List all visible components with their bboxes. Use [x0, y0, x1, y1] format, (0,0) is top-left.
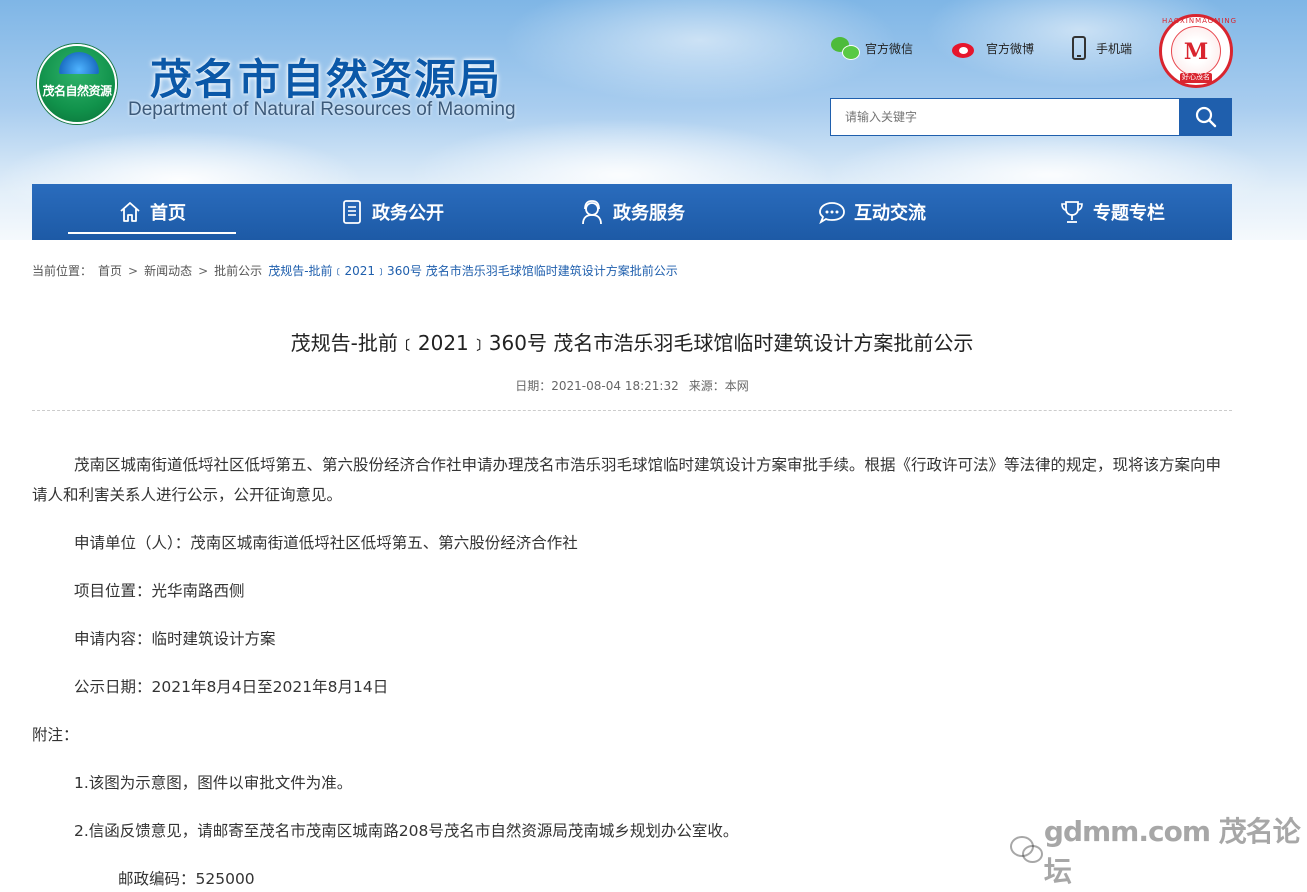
trophy-icon [1061, 201, 1083, 223]
emblem-glyph: M [1183, 39, 1209, 65]
divider [32, 410, 1232, 411]
breadcrumb-separator: > [128, 263, 139, 278]
nav-item-interaction[interactable]: 互动交流 [752, 184, 992, 240]
city-emblem: HAOXINMAOMING M 好心茂名 [1159, 14, 1238, 88]
breadcrumb: 当前位置： 首页 > 新闻动态 > 批前公示 茂规告-批前﹝2021﹞360号 … [32, 262, 678, 279]
wechat-label: 官方微信 [865, 41, 914, 56]
article-applicant: 申请单位（人）：茂南区城南街道低埒社区低埒第五、第六股份经济合作社 [74, 534, 578, 552]
weibo-link[interactable]: 官方微博 [950, 36, 1034, 60]
home-icon [120, 202, 140, 222]
globe-icon [59, 52, 99, 74]
article-title: 茂规告-批前﹝2021﹞360号 茂名市浩乐羽毛球馆临时建筑设计方案批前公示 [290, 331, 974, 355]
main-nav: 首页 政务公开 政务服务 互动交流 专题专栏 [32, 184, 1232, 240]
breadcrumb-current[interactable]: 茂规告-批前﹝2021﹞360号 茂名市浩乐羽毛球馆临时建筑设计方案批前公示 [268, 262, 678, 279]
nav-item-home[interactable]: 首页 [32, 184, 272, 240]
nav-label-home: 首页 [150, 203, 186, 224]
mobile-phone-icon [1072, 36, 1086, 60]
wechat-link[interactable]: 官方微信 [831, 36, 913, 60]
wechat-icon [831, 37, 860, 60]
site-title: 茂名市自然资源局 [150, 55, 503, 104]
nav-item-special-topics[interactable]: 专题专栏 [992, 184, 1232, 240]
weibo-icon [950, 37, 980, 59]
emblem-ring-text: HAOXINMAOMING [1162, 17, 1238, 25]
nav-label-gov-affairs: 政务公开 [372, 203, 444, 224]
search-input[interactable] [830, 98, 1180, 136]
weibo-label: 官方微博 [986, 41, 1035, 56]
article-content: 申请内容：临时建筑设计方案 [74, 630, 276, 648]
mobile-label: 手机端 [1096, 41, 1133, 56]
watermark: gdmm.com 茂名论坛 [1010, 810, 1307, 890]
article-intro: 茂南区城南街道低埒社区低埒第五、第六股份经济合作社申请办理茂名市浩乐羽毛球馆临时… [32, 456, 1222, 504]
breadcrumb-prefix: 当前位置： [32, 264, 93, 278]
article-source: 来源：本网 [688, 379, 749, 393]
article-date: 日期：2021-08-04 18:21:32 [515, 379, 679, 393]
logo-text: 茂名自然资源 [42, 84, 112, 98]
article-location: 项目位置：光华南路西侧 [74, 582, 245, 600]
site-logo[interactable]: 茂名自然资源 [37, 44, 117, 124]
article-note-heading: 附注： [32, 726, 79, 744]
nav-item-gov-services[interactable]: 政务服务 [512, 184, 752, 240]
breadcrumb-news[interactable]: 新闻动态 [144, 262, 192, 279]
article-note-1: 1.该图为示意图，图件以审批文件为准。 [74, 774, 353, 792]
breadcrumb-pre-approval[interactable]: 批前公示 [214, 262, 262, 279]
search-button[interactable] [1180, 98, 1232, 136]
nav-item-gov-affairs[interactable]: 政务公开 [272, 184, 512, 240]
chat-bubble-icon [819, 202, 845, 224]
nav-label-special-topics: 专题专栏 [1093, 203, 1165, 224]
watermark-text: gdmm.com 茂名论坛 [1043, 815, 1301, 888]
search-icon [1195, 106, 1217, 128]
article-period: 公示日期：2021年8月4日至2021年8月14日 [74, 678, 389, 696]
mobile-link[interactable]: 手机端 [1072, 36, 1132, 60]
wechat-watermark-icon [1010, 836, 1043, 864]
article-meta: 日期：2021-08-04 18:21:32 来源：本网 [0, 377, 1264, 394]
breadcrumb-separator: > [198, 263, 209, 278]
nav-label-gov-services: 政务服务 [613, 203, 685, 224]
document-icon [343, 200, 361, 224]
emblem-bottom-text: 好心茂名 [1182, 73, 1210, 81]
site-subtitle: Department of Natural Resources of Maomi… [128, 99, 516, 120]
breadcrumb-home[interactable]: 首页 [98, 262, 122, 279]
service-person-icon [582, 200, 602, 225]
nav-label-interaction: 互动交流 [854, 203, 926, 224]
